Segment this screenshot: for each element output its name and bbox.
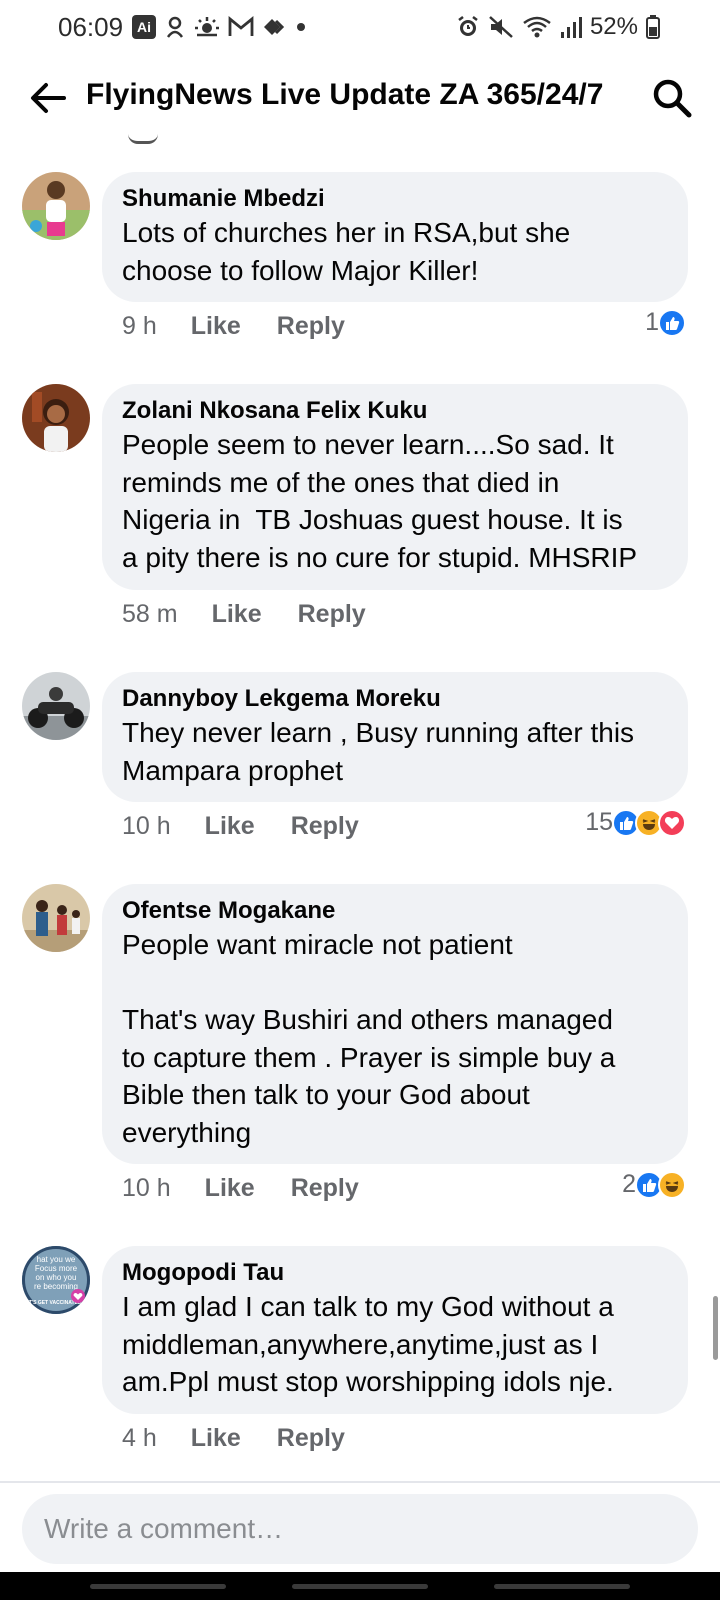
scrollbar[interactable] (713, 1296, 718, 1360)
comment-bubble[interactable]: Mogopodi Tau I am glad I can talk to my … (102, 1246, 688, 1414)
comment-bubble[interactable]: Shumanie Mbedzi Lots of churches her in … (102, 172, 688, 302)
comment-bubble[interactable]: Ofentse Mogakane People want miracle not… (102, 884, 688, 1164)
like-button[interactable]: Like (212, 600, 262, 629)
reactions-summary[interactable]: 15 (585, 808, 686, 837)
back-button[interactable] (26, 76, 70, 120)
comment-bubble[interactable]: Dannyboy Lekgema Moreku They never learn… (102, 672, 688, 802)
reactions-summary[interactable]: 2 (622, 1170, 686, 1199)
page-header: FlyingNews Live Update ZA 365/24/7 (0, 62, 720, 134)
like-button[interactable]: Like (205, 1174, 255, 1203)
love-reaction-icon (658, 808, 686, 837)
comment-text: They never learn , Busy running after th… (122, 717, 635, 786)
reaction-count: 2 (622, 1170, 636, 1198)
comment-input[interactable] (22, 1494, 698, 1564)
system-nav-bar (0, 1572, 720, 1600)
mute-icon (489, 16, 513, 38)
more-notifications-dot-icon (297, 23, 305, 31)
avatar-image (22, 384, 90, 452)
reactions-summary[interactable]: 1 (645, 308, 686, 337)
comment-actions: 58 m Like Reply (122, 600, 366, 629)
comment-time: 58 m (122, 600, 178, 628)
home-nav-button[interactable] (292, 1584, 428, 1589)
divider (0, 1481, 720, 1483)
reply-button[interactable]: Reply (277, 1424, 345, 1453)
gmail-icon (228, 16, 254, 36)
reaction-count: 1 (645, 308, 659, 336)
like-reaction-icon (658, 308, 686, 337)
battery-percent: 52% (589, 13, 638, 40)
comment-bubble[interactable]: Zolani Nkosana Felix Kuku People seem to… (102, 384, 688, 590)
weather-icon (195, 17, 219, 37)
reply-button[interactable]: Reply (298, 600, 366, 629)
comment-text: I am glad I can talk to my God without a… (122, 1291, 614, 1397)
like-button[interactable]: Like (205, 812, 255, 841)
search-icon (653, 79, 692, 118)
avatar[interactable] (22, 172, 90, 240)
avatar-image: hat you we Focus more on who you re beco… (22, 1246, 90, 1314)
search-button[interactable] (650, 76, 694, 120)
comment-actions: 4 h Like Reply (122, 1424, 345, 1453)
avatar[interactable]: hat you we Focus more on who you re beco… (22, 1246, 90, 1314)
avatar-image (22, 172, 90, 240)
page-title: FlyingNews Live Update ZA 365/24/7 (86, 78, 604, 111)
avatar-text: LET'S GET VACCINATED (22, 1300, 81, 1306)
bixby-icon (166, 16, 184, 38)
avatar-text: on who you (36, 1273, 77, 1282)
comment-actions: 10 h Like Reply (122, 812, 359, 841)
avatar-image (22, 672, 90, 740)
comment-time: 10 h (122, 812, 171, 840)
comment-actions: 10 h Like Reply (122, 1174, 359, 1203)
ai-badge-icon: Ai (132, 15, 156, 39)
avatar[interactable] (22, 384, 90, 452)
app-notification-icon (264, 19, 285, 35)
comment-author[interactable]: Dannyboy Lekgema Moreku (122, 684, 668, 714)
comment-time: 4 h (122, 1424, 157, 1452)
avatar-image (22, 884, 90, 952)
avatar[interactable] (22, 884, 90, 952)
like-button[interactable]: Like (191, 1424, 241, 1453)
reaction-count: 15 (585, 808, 613, 836)
recents-nav-button[interactable] (90, 1584, 226, 1589)
status-time: 06:09 (58, 12, 124, 42)
signal-icon (560, 17, 582, 38)
like-button[interactable]: Like (191, 312, 241, 341)
avatar-text: re becoming (34, 1282, 78, 1291)
alarm-icon (458, 16, 478, 36)
comment-text: People want miracle not patient That's w… (122, 929, 616, 1148)
system-icons: 52% (456, 12, 660, 42)
avatar[interactable] (22, 672, 90, 740)
battery-icon (646, 15, 660, 39)
reply-button[interactable]: Reply (291, 812, 359, 841)
reply-button[interactable]: Reply (277, 312, 345, 341)
haha-reaction-icon (658, 1170, 686, 1199)
wifi-icon (523, 16, 551, 38)
comment-text: People seem to never learn....So sad. It… (122, 429, 638, 573)
notification-icons: Ai (132, 12, 306, 42)
avatar-text: hat you we (37, 1255, 76, 1264)
comment-actions: 9 h Like Reply (122, 312, 345, 341)
comment-author[interactable]: Shumanie Mbedzi (122, 184, 668, 214)
comment-author[interactable]: Mogopodi Tau (122, 1258, 668, 1288)
comment-time: 9 h (122, 312, 157, 340)
comment-author[interactable]: Zolani Nkosana Felix Kuku (122, 396, 668, 426)
comment-composer[interactable] (22, 1494, 698, 1564)
back-nav-button[interactable] (494, 1584, 630, 1589)
comment-time: 10 h (122, 1174, 171, 1202)
comment-text: Lots of churches her in RSA,but she choo… (122, 217, 571, 286)
comment-author[interactable]: Ofentse Mogakane (122, 896, 668, 926)
status-bar: 06:09 Ai 52% (0, 0, 720, 56)
avatar-text: Focus more (35, 1264, 78, 1273)
arrow-left-icon (31, 83, 66, 113)
previous-comment-edge (128, 134, 158, 144)
reply-button[interactable]: Reply (291, 1174, 359, 1203)
